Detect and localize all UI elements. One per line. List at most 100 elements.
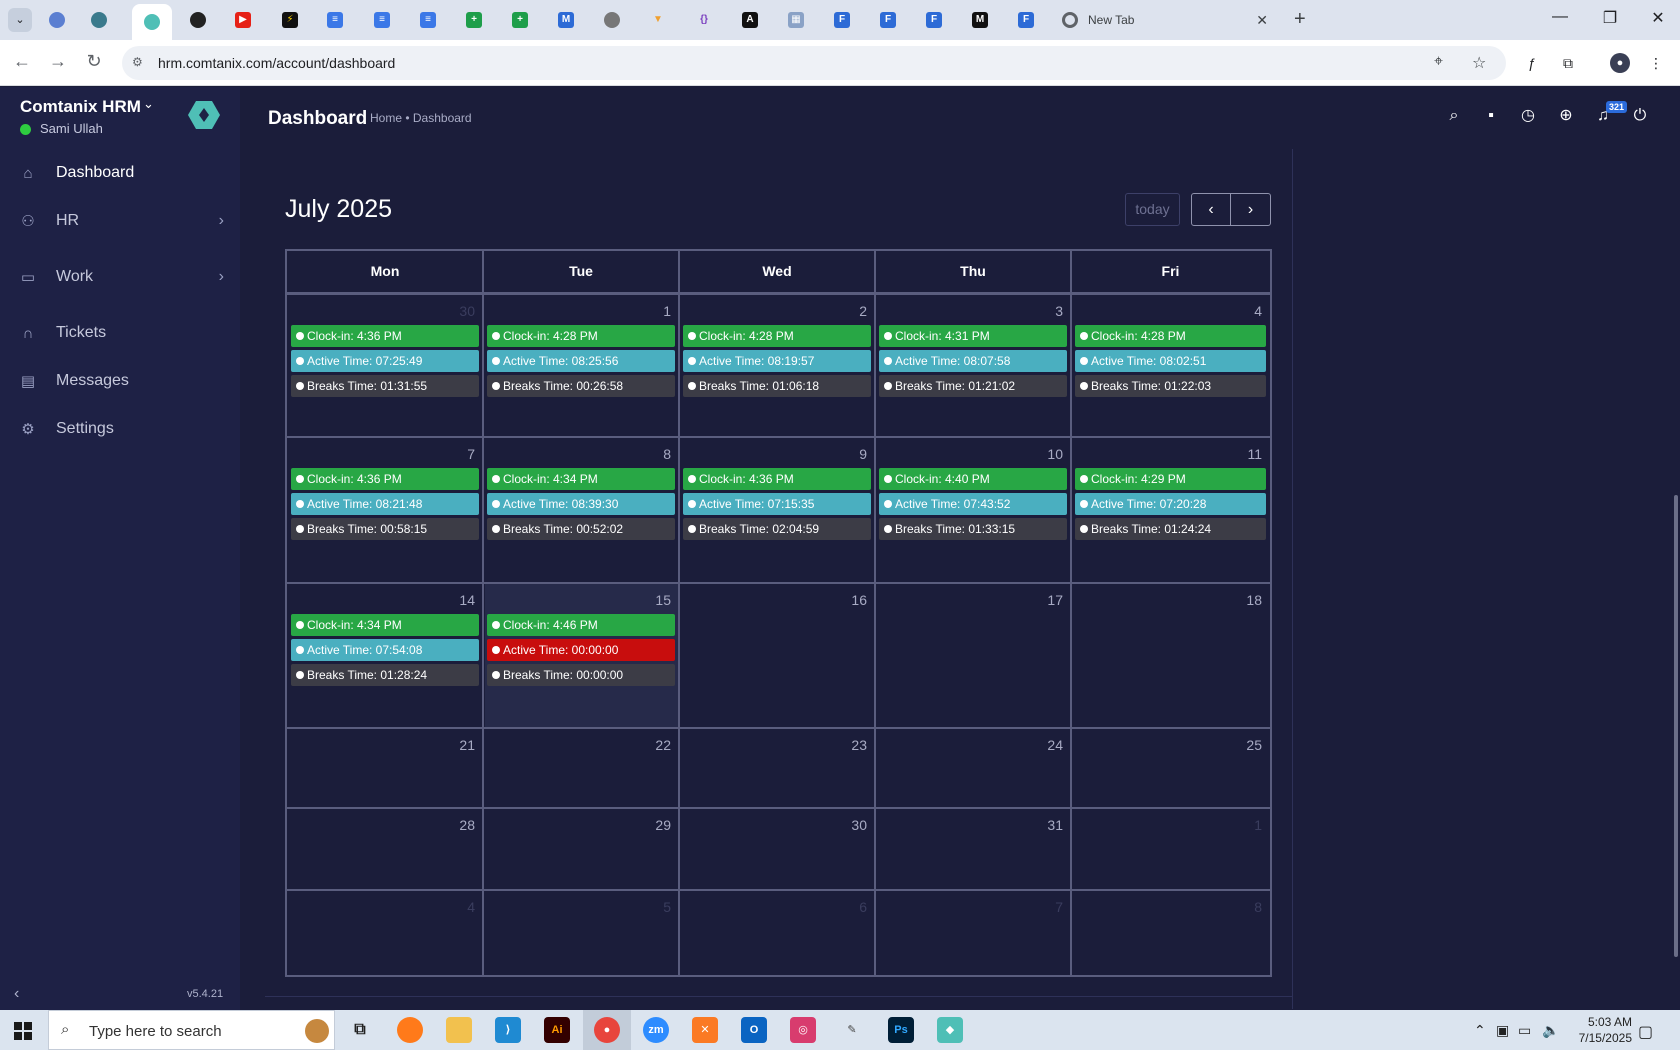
tab-search-button[interactable]: ⌄ (8, 8, 32, 32)
day-number[interactable]: 6 (827, 899, 867, 915)
tray-app-icon[interactable]: ▣ (1496, 1022, 1509, 1039)
sidebar-item-messages[interactable]: ▤ Messages (0, 361, 240, 401)
pinned-tab[interactable]: {} (691, 8, 717, 32)
profile-avatar[interactable]: ● (1610, 53, 1630, 73)
breaks-time-event[interactable]: Breaks Time: 01:21:02 (879, 375, 1067, 397)
breaks-time-event[interactable]: Breaks Time: 00:52:02 (487, 518, 675, 540)
pinned-tab[interactable]: + (507, 8, 533, 32)
brand-name[interactable]: Comtanix HRM (20, 97, 141, 117)
clock-in-event[interactable]: Clock-in: 4:46 PM (487, 614, 675, 636)
pen-tool-icon[interactable]: ✎ (839, 1017, 865, 1043)
chrome-icon[interactable]: ● (594, 1017, 620, 1043)
active-time-event[interactable]: Active Time: 07:25:49 (291, 350, 479, 372)
sidebar-item-hr[interactable]: ⚇ HR › (0, 201, 240, 241)
pinned-tab[interactable]: ≡ (369, 8, 395, 32)
breaks-time-event[interactable]: Breaks Time: 01:28:24 (291, 664, 479, 686)
collapse-sidebar-button[interactable]: ‹ (14, 985, 19, 1003)
active-time-event[interactable]: Active Time: 08:02:51 (1075, 350, 1266, 372)
day-number[interactable]: 25 (1222, 737, 1262, 753)
clock-in-event[interactable]: Clock-in: 4:34 PM (291, 614, 479, 636)
bookmark-star-icon[interactable]: ☆ (1472, 53, 1486, 73)
next-month-button[interactable]: › (1231, 193, 1271, 226)
breaks-time-event[interactable]: Breaks Time: 00:26:58 (487, 375, 675, 397)
sidebar-item-settings[interactable]: ⚙ Settings (0, 409, 240, 449)
day-number[interactable]: 3 (1023, 303, 1063, 319)
active-time-event[interactable]: Active Time: 08:19:57 (683, 350, 871, 372)
active-time-event[interactable]: Active Time: 00:00:00 (487, 639, 675, 661)
comtanix-app-icon[interactable]: ◆ (937, 1017, 963, 1043)
power-icon[interactable]: ⏻ (1629, 105, 1651, 127)
day-number[interactable]: 14 (435, 592, 475, 608)
taskbar-search[interactable]: ⌕ Type here to search (48, 1010, 335, 1050)
breaks-time-event[interactable]: Breaks Time: 00:58:15 (291, 518, 479, 540)
taskbar-clock[interactable]: 5:03 AM 7/15/2025 (1562, 1014, 1632, 1046)
day-number[interactable]: 21 (435, 737, 475, 753)
day-number[interactable]: 18 (1222, 592, 1262, 608)
chevron-down-icon[interactable]: ⌄ (143, 96, 154, 112)
photoshop-icon[interactable]: Ps (888, 1017, 914, 1043)
clock-in-event[interactable]: Clock-in: 4:36 PM (291, 325, 479, 347)
address-bar[interactable]: ⚙ hrm.comtanix.com/account/dashboard ⌖ ☆ (122, 46, 1506, 80)
pinned-tab-active[interactable] (132, 4, 172, 40)
pinned-tab[interactable] (86, 8, 112, 32)
day-number[interactable]: 29 (631, 817, 671, 833)
xampp-icon[interactable]: ✕ (692, 1017, 718, 1043)
clock-in-event[interactable]: Clock-in: 4:28 PM (487, 325, 675, 347)
clock-in-event[interactable]: Clock-in: 4:31 PM (879, 325, 1067, 347)
clock-icon[interactable]: ◷ (1517, 105, 1539, 127)
pinned-tab[interactable]: ⚡ (277, 8, 303, 32)
outlook-icon[interactable]: O (741, 1017, 767, 1043)
active-time-event[interactable]: Active Time: 08:39:30 (487, 493, 675, 515)
network-icon[interactable]: ▭ (1518, 1022, 1531, 1039)
pinned-tab[interactable]: M (553, 8, 579, 32)
pinned-tab[interactable]: ≡ (322, 8, 348, 32)
day-number[interactable]: 8 (631, 446, 671, 462)
clock-in-event[interactable]: Clock-in: 4:34 PM (487, 468, 675, 490)
creative-cloud-icon[interactable]: ◎ (790, 1017, 816, 1043)
day-number[interactable]: 24 (1023, 737, 1063, 753)
day-number[interactable]: 30 (435, 303, 475, 319)
pinned-tab[interactable]: ▦ (783, 8, 809, 32)
url-text[interactable]: hrm.comtanix.com/account/dashboard (158, 55, 395, 71)
close-tab-icon[interactable]: ✕ (1256, 12, 1268, 29)
breaks-time-event[interactable]: Breaks Time: 01:06:18 (683, 375, 871, 397)
volume-icon[interactable]: 🔈 (1542, 1022, 1559, 1039)
breaks-time-event[interactable]: Breaks Time: 02:04:59 (683, 518, 871, 540)
browser-menu-icon[interactable]: ⋮ (1646, 53, 1666, 73)
windows-start-button[interactable] (14, 1022, 32, 1040)
clock-in-event[interactable]: Clock-in: 4:36 PM (291, 468, 479, 490)
restore-button[interactable]: ❐ (1590, 8, 1630, 28)
add-circle-icon[interactable]: ⊕ (1555, 105, 1577, 127)
pinned-tab[interactable]: + (461, 8, 487, 32)
clock-in-event[interactable]: Clock-in: 4:28 PM (683, 325, 871, 347)
task-view-icon[interactable]: ⧉ (347, 1017, 373, 1043)
new-tab-button[interactable]: + (1294, 8, 1306, 30)
day-number[interactable]: 5 (631, 899, 671, 915)
location-icon[interactable]: ⌖ (1434, 53, 1443, 71)
pinned-tab[interactable]: ▼ (645, 8, 671, 32)
day-number[interactable]: 17 (1023, 592, 1063, 608)
tab-new-tab[interactable]: New Tab ✕ (1048, 6, 1278, 34)
day-number[interactable]: 28 (435, 817, 475, 833)
search-icon[interactable]: ⌕ (1443, 105, 1465, 127)
pinned-tab[interactable]: ≡ (415, 8, 441, 32)
clock-in-event[interactable]: Clock-in: 4:40 PM (879, 468, 1067, 490)
day-number[interactable]: 30 (827, 817, 867, 833)
forward-button[interactable]: → (46, 51, 70, 72)
notifications-icon[interactable]: ▢ (1638, 1022, 1653, 1042)
day-number[interactable]: 1 (631, 303, 671, 319)
pinned-tab[interactable]: ▶ (230, 8, 256, 32)
prev-month-button[interactable]: ‹ (1191, 193, 1231, 226)
day-number[interactable]: 7 (435, 446, 475, 462)
sidebar-item-tickets[interactable]: ∩ Tickets (0, 313, 240, 353)
close-window-button[interactable]: ✕ (1638, 8, 1678, 28)
day-number[interactable]: 15 (631, 592, 671, 608)
firefox-icon[interactable] (397, 1017, 423, 1043)
vscode-icon[interactable]: ⟩ (495, 1017, 521, 1043)
extension-icon[interactable]: ƒ (1522, 53, 1542, 73)
clock-in-event[interactable]: Clock-in: 4:36 PM (683, 468, 871, 490)
breaks-time-event[interactable]: Breaks Time: 01:24:24 (1075, 518, 1266, 540)
breaks-time-event[interactable]: Breaks Time: 01:31:55 (291, 375, 479, 397)
pinned-tab[interactable] (44, 8, 70, 32)
pinned-tab[interactable]: F (875, 8, 901, 32)
